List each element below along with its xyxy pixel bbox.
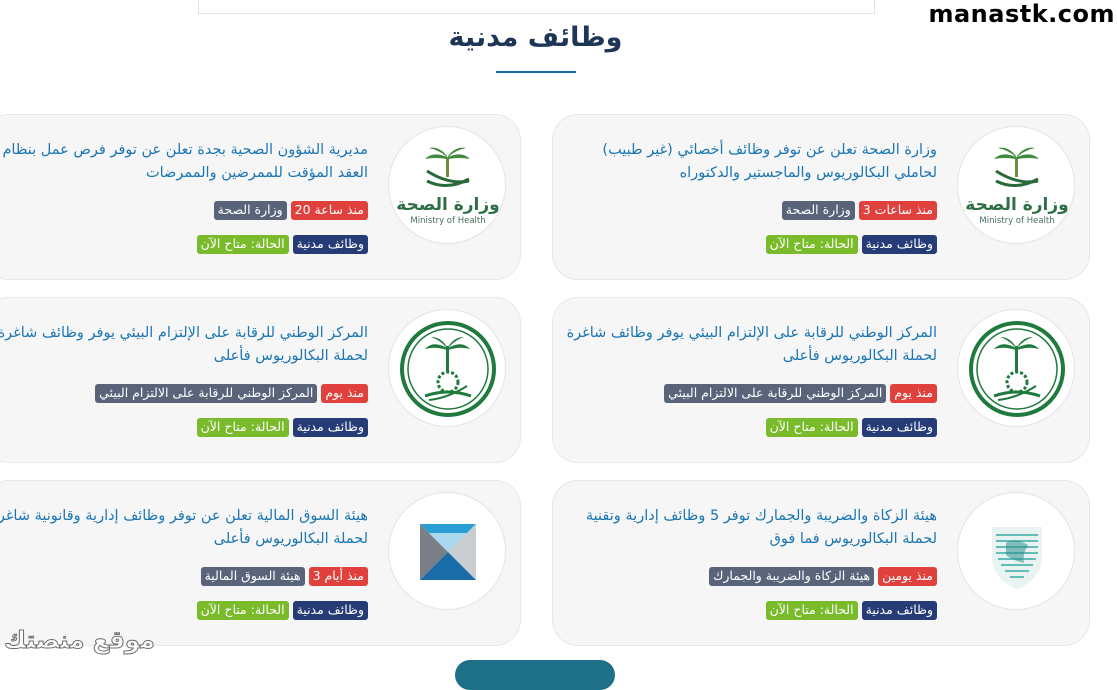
time-badge: منذ يومين	[878, 567, 937, 586]
environmental-center-logo-icon	[388, 309, 506, 427]
time-badge: منذ يوم	[890, 384, 937, 403]
cma-logo-icon	[388, 492, 506, 610]
time-badge: منذ يوم	[321, 384, 368, 403]
category-badge[interactable]: وظائف مدنية	[861, 601, 937, 620]
ministry-of-health-logo-icon	[957, 126, 1075, 244]
status-badge: الحالة: متاح الآن	[196, 235, 289, 254]
time-badge: منذ ساعات 3	[858, 201, 937, 220]
time-badge: منذ أيام 3	[308, 567, 368, 586]
org-badge[interactable]: المركز الوطني للرقابة على الالتزام البيئ…	[664, 384, 887, 403]
bottom-watermark: موقع منصتك	[4, 626, 156, 655]
status-badge: الحالة: متاح الآن	[765, 601, 858, 620]
search-box-bottom-edge	[198, 0, 875, 14]
status-badge: الحالة: متاح الآن	[196, 601, 289, 620]
org-badge[interactable]: هيئة السوق المالية	[200, 567, 305, 586]
time-badge: منذ ساعة 20	[290, 201, 368, 220]
job-card[interactable]: المركز الوطني للرقابة على الإلتزام البيئ…	[552, 297, 1090, 463]
job-card[interactable]: هيئة الزكاة والضريبة والجمارك توفر 5 وظا…	[552, 480, 1090, 646]
job-card[interactable]: المركز الوطني للرقابة على الإلتزام البيئ…	[0, 297, 521, 463]
load-more-button[interactable]	[455, 660, 615, 690]
job-title-link[interactable]: المركز الوطني للرقابة على الإلتزام البيئ…	[557, 322, 937, 368]
environmental-center-logo-icon	[957, 309, 1075, 427]
category-badge[interactable]: وظائف مدنية	[861, 418, 937, 437]
org-badge[interactable]: هيئة الزكاة والضريبة والجمارك	[709, 567, 875, 586]
org-badge[interactable]: وزارة الصحة	[781, 201, 855, 220]
ministry-of-health-logo-icon	[388, 126, 506, 244]
job-title-link[interactable]: هيئة الزكاة والضريبة والجمارك توفر 5 وظا…	[557, 505, 937, 551]
title-underline	[496, 71, 576, 73]
section-title: وظائف مدنية	[448, 22, 623, 53]
status-badge: الحالة: متاح الآن	[765, 418, 858, 437]
category-badge[interactable]: وظائف مدنية	[292, 418, 368, 437]
org-badge[interactable]: المركز الوطني للرقابة على الالتزام البيئ…	[95, 384, 318, 403]
job-card[interactable]: مديرية الشؤون الصحية بجدة تعلن عن توفر ف…	[0, 114, 521, 280]
job-title-link[interactable]: المركز الوطني للرقابة على الإلتزام البيئ…	[0, 322, 368, 368]
org-badge[interactable]: وزارة الصحة	[213, 201, 287, 220]
job-title-link[interactable]: مديرية الشؤون الصحية بجدة تعلن عن توفر ف…	[0, 139, 368, 185]
job-card[interactable]: وزارة الصحة تعلن عن توفر وظائف أخصائي (غ…	[552, 114, 1090, 280]
category-badge[interactable]: وظائف مدنية	[292, 601, 368, 620]
job-title-link[interactable]: وزارة الصحة تعلن عن توفر وظائف أخصائي (غ…	[557, 139, 937, 185]
category-badge[interactable]: وظائف مدنية	[861, 235, 937, 254]
zatca-logo-icon	[957, 492, 1075, 610]
status-badge: الحالة: متاح الآن	[765, 235, 858, 254]
status-badge: الحالة: متاح الآن	[196, 418, 289, 437]
job-card[interactable]: هيئة السوق المالية تعلن عن توفر وظائف إد…	[0, 480, 521, 646]
category-badge[interactable]: وظائف مدنية	[292, 235, 368, 254]
job-title-link[interactable]: هيئة السوق المالية تعلن عن توفر وظائف إد…	[0, 505, 368, 551]
